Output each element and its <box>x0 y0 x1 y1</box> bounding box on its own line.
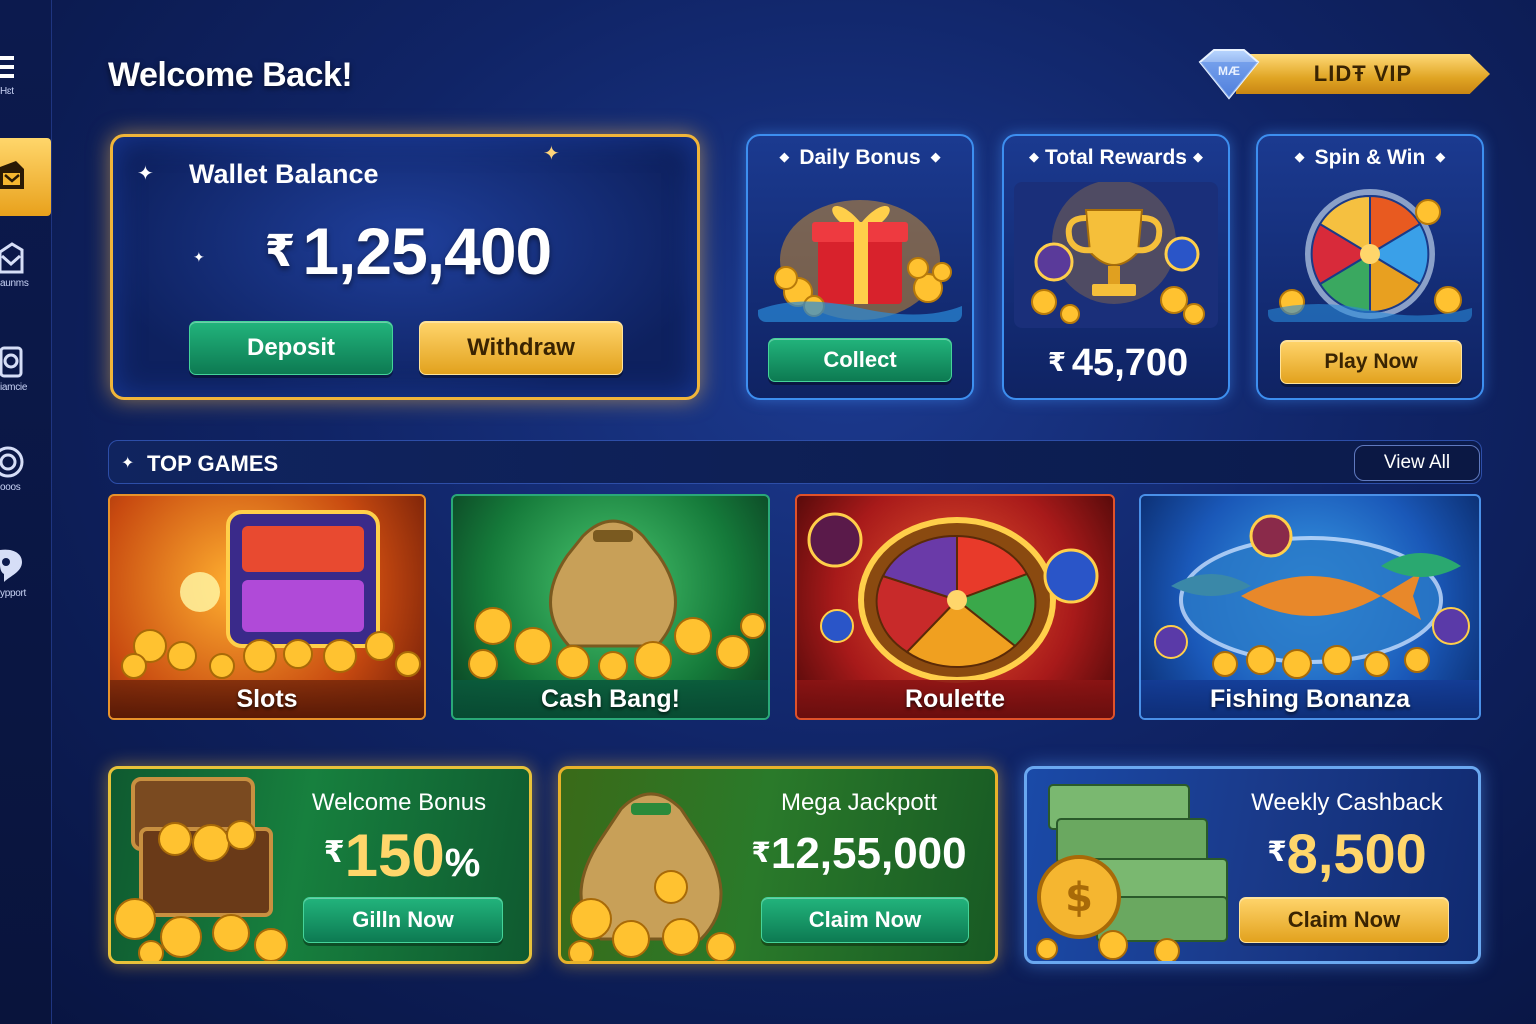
daily-bonus-title: ◆ Daily Bonus ◆ <box>779 146 941 169</box>
promo-amount: ₹150% <box>297 821 507 890</box>
sidebar-item-label: ooos <box>0 482 21 493</box>
game-tile-slots[interactable]: Slots <box>108 494 426 720</box>
game-tile-fishing-bonanza[interactable]: Fishing Bonanza <box>1139 494 1481 720</box>
total-rewards-amount: ₹45,700 <box>1004 342 1232 385</box>
claim-cashback-button[interactable]: Claim Now <box>1239 897 1449 943</box>
sidebar-item-bonus[interactable]: ooos <box>0 444 52 493</box>
currency-symbol: ₹ <box>1267 836 1287 867</box>
promo-amount: ₹8,500 <box>1227 821 1467 886</box>
currency-symbol: ₹ <box>751 837 771 868</box>
promo-value: 12,55,000 <box>770 829 967 878</box>
vip-ribbon: LIDŦ VIP <box>1236 54 1490 94</box>
sidebar-item-label: ypport <box>0 588 26 599</box>
sidebar: Hɛt aunms iamcie ooos ypport <box>0 0 52 1024</box>
total-rewards-title: ◆ Total Rewards ◆ <box>1029 146 1203 169</box>
currency-symbol: ₹ <box>264 227 296 276</box>
card-title-text: Daily Bonus <box>799 146 921 169</box>
wallet-icon <box>0 161 24 189</box>
daily-bonus-card[interactable]: ◆ Daily Bonus ◆ Collect <box>746 134 974 400</box>
sidebar-item-support[interactable]: ypport <box>0 546 52 599</box>
play-now-button[interactable]: Play Now <box>1280 340 1462 384</box>
sparkle-icon: ✦ <box>121 455 135 472</box>
treasure-chest-illustration <box>114 777 288 961</box>
game-label: Fishing Bonanza <box>1141 680 1479 718</box>
view-all-button[interactable]: View All <box>1354 445 1480 481</box>
sidebar-item-casino[interactable]: iamcie <box>0 344 52 393</box>
page-title: Welcome Back! <box>108 56 353 94</box>
claim-jackpot-button[interactable]: Claim Now <box>761 897 969 943</box>
vip-badge[interactable]: LIDŦ VIP MÆ <box>1186 48 1490 100</box>
spin-win-title: ◆ Spin & Win ◆ <box>1294 146 1446 169</box>
currency-symbol: ₹ <box>323 836 345 869</box>
gift-box-illustration <box>758 182 962 322</box>
sidebar-item-label: Hɛt <box>0 86 14 97</box>
top-games-title: TOP GAMES <box>147 451 279 476</box>
withdraw-button[interactable]: Withdraw <box>419 321 623 375</box>
game-label: Roulette <box>797 680 1113 718</box>
card-title-text: Spin & Win <box>1314 146 1426 169</box>
spin-wheel-illustration <box>1268 182 1472 322</box>
promo-value: 150 <box>344 822 445 889</box>
game-label: Cash Bang! <box>453 680 768 718</box>
sidebar-item-menu[interactable]: Hɛt <box>0 54 52 97</box>
total-rewards-card: ◆ Total Rewards ◆ ₹45,700 <box>1002 134 1230 400</box>
wallet-panel: ✦ ✦ ✦ Wallet Balance ₹1,25,400 Deposit W… <box>110 134 700 400</box>
game-label: Slots <box>110 680 424 718</box>
promo-title: Mega Jackpott <box>780 789 938 816</box>
game-tile-roulette[interactable]: Roulette <box>795 494 1115 720</box>
wallet-title: Wallet Balance <box>189 159 379 189</box>
sparkle-icon: ✦ <box>137 163 154 185</box>
weekly-cashback-promo[interactable]: $ Weekly Cashback ₹8,500 Claim Now <box>1024 766 1481 964</box>
promo-title: Welcome Bonus <box>311 789 487 816</box>
collect-button[interactable]: Collect <box>768 338 952 382</box>
trophy-illustration <box>1014 182 1218 328</box>
mail-games-icon <box>0 242 24 274</box>
game-tile-cash-bang[interactable]: Cash Bang! <box>451 494 770 720</box>
sidebar-item-label: aunms <box>0 278 29 289</box>
wallet-balance-value: 1,25,400 <box>302 214 552 288</box>
promo-title: Weekly Cashback <box>1251 789 1443 816</box>
sidebar-item-wallet[interactable] <box>0 138 51 216</box>
currency-symbol: ₹ <box>1047 347 1066 377</box>
vip-label: LIDŦ VIP <box>1313 61 1413 86</box>
support-chat-icon <box>0 549 22 582</box>
top-games-header: ✦ TOP GAMES <box>108 440 1482 484</box>
percent-symbol: % <box>444 841 481 885</box>
sidebar-item-games[interactable]: aunms <box>0 242 52 289</box>
vip-gem-text: MÆ <box>1218 64 1240 78</box>
svg-text:$: $ <box>1065 875 1093 921</box>
deposit-button[interactable]: Deposit <box>189 321 393 375</box>
wallet-balance: ₹1,25,400 <box>113 213 703 289</box>
camera-icon <box>0 346 23 378</box>
sparkle-icon: ✦ <box>543 143 560 165</box>
welcome-bonus-promo[interactable]: Welcome Bonus ₹150% Gilln Now <box>108 766 532 964</box>
cash-stack-illustration: $ <box>1036 784 1228 961</box>
menu-icon <box>0 56 14 78</box>
card-title-text: Total Rewards <box>1045 146 1187 169</box>
mega-jackpot-promo[interactable]: Mega Jackpott ₹12,55,000 Claim Now <box>558 766 998 964</box>
promo-value: 8,500 <box>1286 822 1427 885</box>
sidebar-item-label: iamcie <box>0 382 28 393</box>
spin-win-card[interactable]: ◆ Spin & Win ◆ Play Now <box>1256 134 1484 400</box>
promo-amount: ₹12,55,000 <box>731 829 987 879</box>
claim-welcome-bonus-button[interactable]: Gilln Now <box>303 897 503 943</box>
coin-icon <box>0 446 24 478</box>
total-rewards-value: 45,700 <box>1071 342 1189 384</box>
